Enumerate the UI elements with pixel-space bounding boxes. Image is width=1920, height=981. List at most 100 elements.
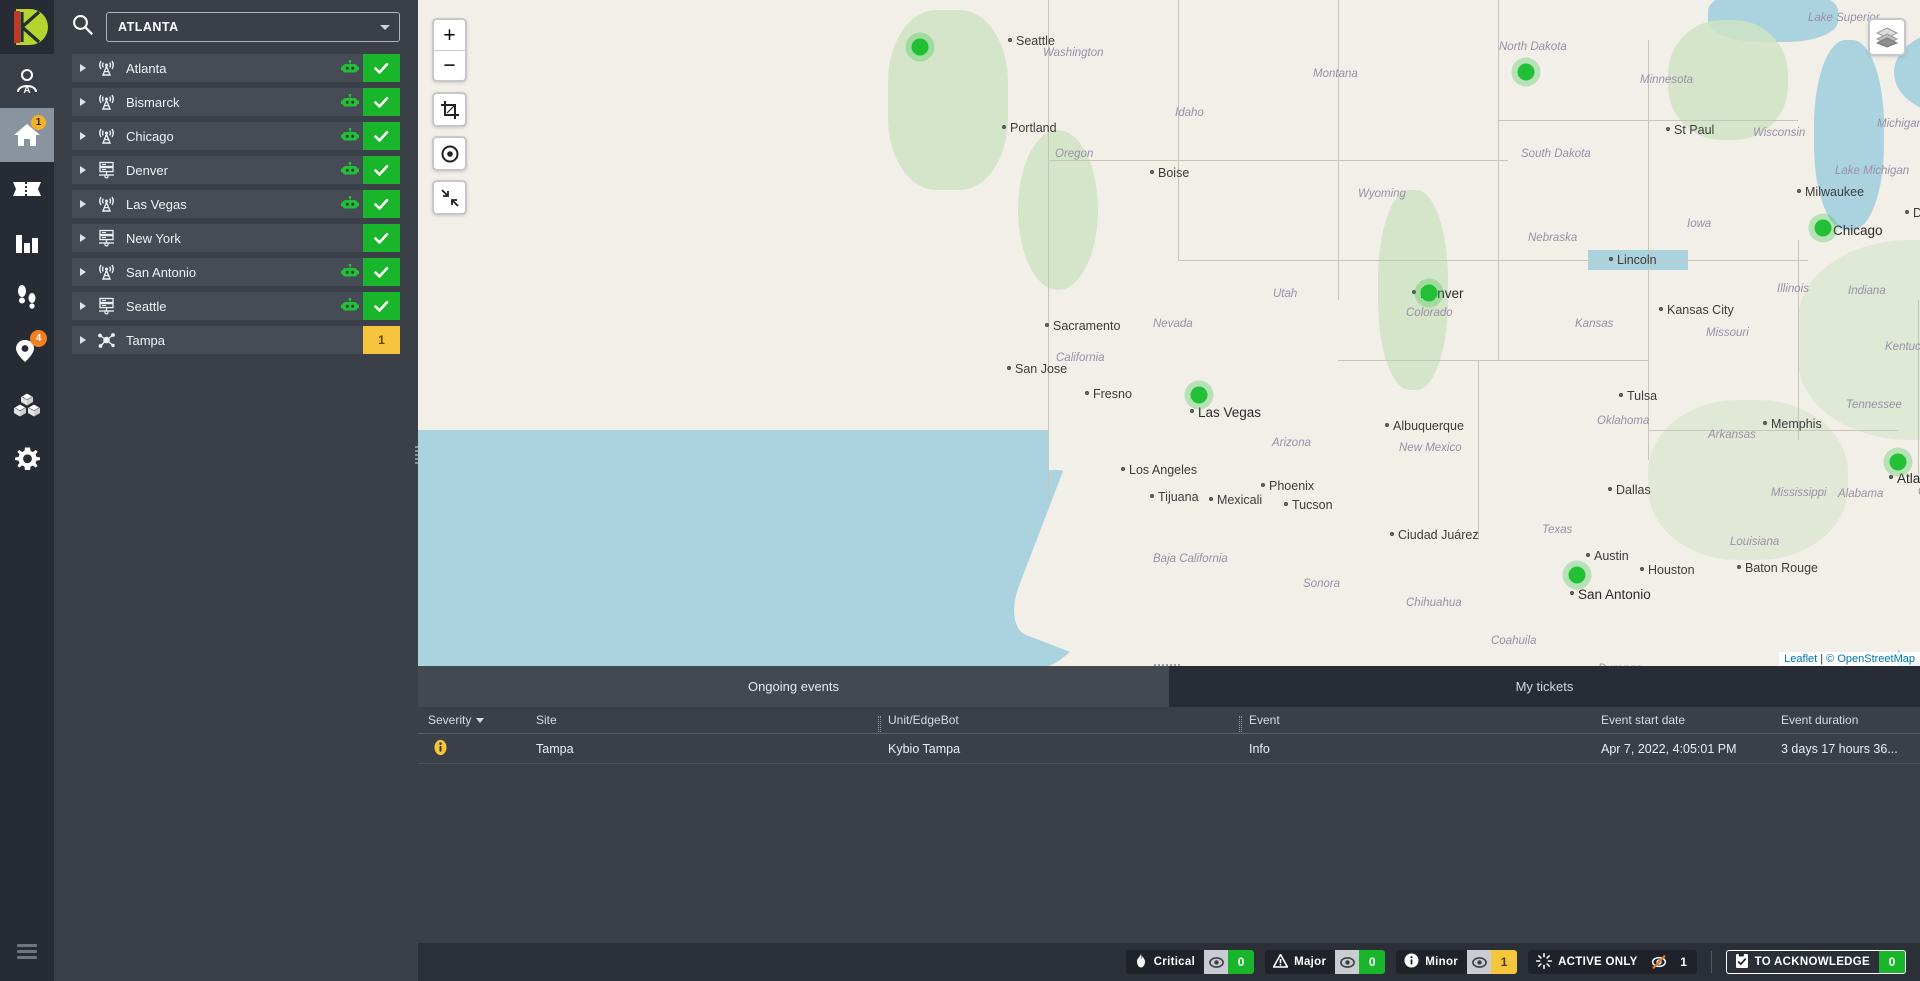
rail-item-inventory[interactable] (0, 378, 54, 432)
site-status-badge[interactable] (363, 224, 400, 252)
site-name: Bismarck (126, 94, 180, 110)
table-row[interactable]: Tampa Kybio Tampa Info Apr 7, 2022, 4:05… (418, 734, 1920, 764)
status-chip-major[interactable]: Major 0 (1265, 950, 1386, 974)
site-status-badge[interactable] (363, 88, 400, 116)
chip-count-to-acknowledge: 0 (1879, 951, 1905, 973)
visibility-toggle-active-only[interactable] (1646, 950, 1671, 974)
rail-item-footprints[interactable] (0, 270, 54, 324)
app-logo[interactable] (0, 0, 54, 54)
visibility-toggle-major[interactable] (1335, 950, 1360, 974)
chip-count-critical: 0 (1228, 950, 1255, 974)
site-expand-toggle[interactable] (72, 336, 94, 344)
visibility-toggle-minor[interactable] (1467, 950, 1492, 974)
site-status-badge[interactable]: 1 (363, 326, 400, 354)
map-container[interactable]: Washington Montana Oregon Idaho North Dakota… (418, 0, 1920, 666)
osm-link[interactable]: © OpenStreetMap (1826, 653, 1915, 665)
site-status-badge[interactable] (363, 156, 400, 184)
status-chip-to-acknowledge[interactable]: TO ACKNOWLEDGE 0 (1725, 950, 1906, 974)
status-chip-minor[interactable]: Minor 1 (1396, 950, 1518, 974)
layers-button[interactable] (1868, 18, 1906, 56)
site-row[interactable]: New York (72, 224, 400, 252)
collapse-map-button[interactable] (432, 180, 467, 215)
rail-item-locations[interactable]: 4 (0, 324, 54, 378)
sort-descending-icon (476, 717, 485, 723)
map-city-dot (1763, 421, 1767, 425)
edgebot-icon (341, 196, 359, 209)
check-icon (374, 62, 389, 74)
visibility-toggle-critical[interactable] (1204, 950, 1229, 974)
site-status-badge[interactable] (363, 122, 400, 150)
menu-toggle-button[interactable] (0, 931, 54, 971)
site-row[interactable]: San Antonio (72, 258, 400, 286)
flame-icon (1136, 953, 1145, 968)
zoom-control[interactable]: + − (432, 18, 467, 82)
site-expand-toggle[interactable] (72, 268, 94, 276)
server-icon (98, 161, 114, 179)
map-marker-las-vegas[interactable] (1190, 386, 1208, 404)
column-header-severity[interactable]: Severity (418, 713, 526, 727)
status-chip-critical[interactable]: Critical 0 (1125, 950, 1255, 974)
rail-item-user-admin[interactable]: A (0, 54, 54, 108)
map-marker-san-antonio[interactable] (1568, 566, 1586, 584)
site-row[interactable]: Las Vegas (72, 190, 400, 218)
column-header-unit[interactable]: Unit/EdgeBot (878, 713, 1239, 732)
site-expand-toggle[interactable] (72, 302, 94, 310)
column-header-duration[interactable]: Event duration (1771, 713, 1920, 727)
tab-ongoing-events[interactable]: Ongoing events (418, 666, 1169, 707)
map-marker-bismarck[interactable] (1517, 63, 1535, 81)
warning-icon (1272, 953, 1289, 971)
tab-my-tickets[interactable]: My tickets (1169, 666, 1920, 707)
site-expand-toggle[interactable] (72, 64, 94, 72)
site-expand-toggle[interactable] (72, 98, 94, 106)
site-row[interactable]: Denver (72, 156, 400, 184)
map-marker-chicago[interactable] (1814, 219, 1832, 237)
site-expand-toggle[interactable] (72, 234, 94, 242)
column-resize-handle[interactable] (878, 716, 881, 732)
site-status-badge[interactable] (363, 258, 400, 286)
rail-item-home[interactable]: 1 (0, 108, 54, 162)
site-status-badge[interactable] (363, 292, 400, 320)
svg-text:A: A (23, 85, 30, 95)
spinner-icon (1536, 952, 1553, 972)
rail-item-settings[interactable] (0, 432, 54, 486)
site-select-dropdown[interactable]: ATLANTA (106, 12, 400, 42)
site-expand-toggle[interactable] (72, 166, 94, 174)
site-row[interactable]: Chicago (72, 122, 400, 150)
status-chip-active-only[interactable]: ACTIVE ONLY 1 (1528, 950, 1697, 974)
search-input[interactable]: ATLANTA (118, 20, 380, 34)
column-header-site[interactable]: Site (526, 713, 878, 727)
check-icon (374, 300, 389, 312)
table-header-row: Severity Site Unit/EdgeBot Event Event s… (418, 707, 1920, 734)
rail-item-analytics[interactable] (0, 216, 54, 270)
column-resize-handle[interactable] (1239, 716, 1242, 732)
site-row[interactable]: Atlanta (72, 54, 400, 82)
layers-icon (1875, 27, 1899, 48)
column-header-event[interactable]: Event (1239, 713, 1591, 732)
map-city-dot (1045, 323, 1049, 327)
leaflet-link[interactable]: Leaflet (1784, 653, 1817, 665)
column-label-severity: Severity (428, 713, 472, 727)
edgebot-icon (341, 264, 359, 277)
site-expand-toggle[interactable] (72, 200, 94, 208)
site-row[interactable]: Tampa 1 (72, 326, 400, 354)
locate-button[interactable] (432, 136, 467, 171)
map-marker-denver[interactable] (1420, 284, 1438, 302)
zoom-out-button[interactable]: − (434, 50, 465, 80)
map-marker-atlanta[interactable] (1889, 453, 1907, 471)
select-area-button[interactable] (432, 92, 467, 127)
rail-item-tickets[interactable] (0, 162, 54, 216)
edgebot-status-icon (337, 94, 363, 110)
site-name: Las Vegas (126, 196, 187, 212)
ack-icon (1735, 952, 1748, 968)
site-row[interactable]: Seattle (72, 292, 400, 320)
site-status-badge[interactable] (363, 190, 400, 218)
map-resize-handle[interactable] (1154, 663, 1184, 666)
site-status-badge[interactable] (363, 54, 400, 82)
site-expand-toggle[interactable] (72, 132, 94, 140)
column-header-start-date[interactable]: Event start date (1591, 713, 1771, 727)
site-type-icon (94, 93, 118, 111)
search-icon[interactable] (72, 14, 93, 40)
site-row[interactable]: Bismarck (72, 88, 400, 116)
zoom-in-button[interactable]: + (434, 20, 465, 50)
map-marker-seattle[interactable] (911, 38, 929, 56)
